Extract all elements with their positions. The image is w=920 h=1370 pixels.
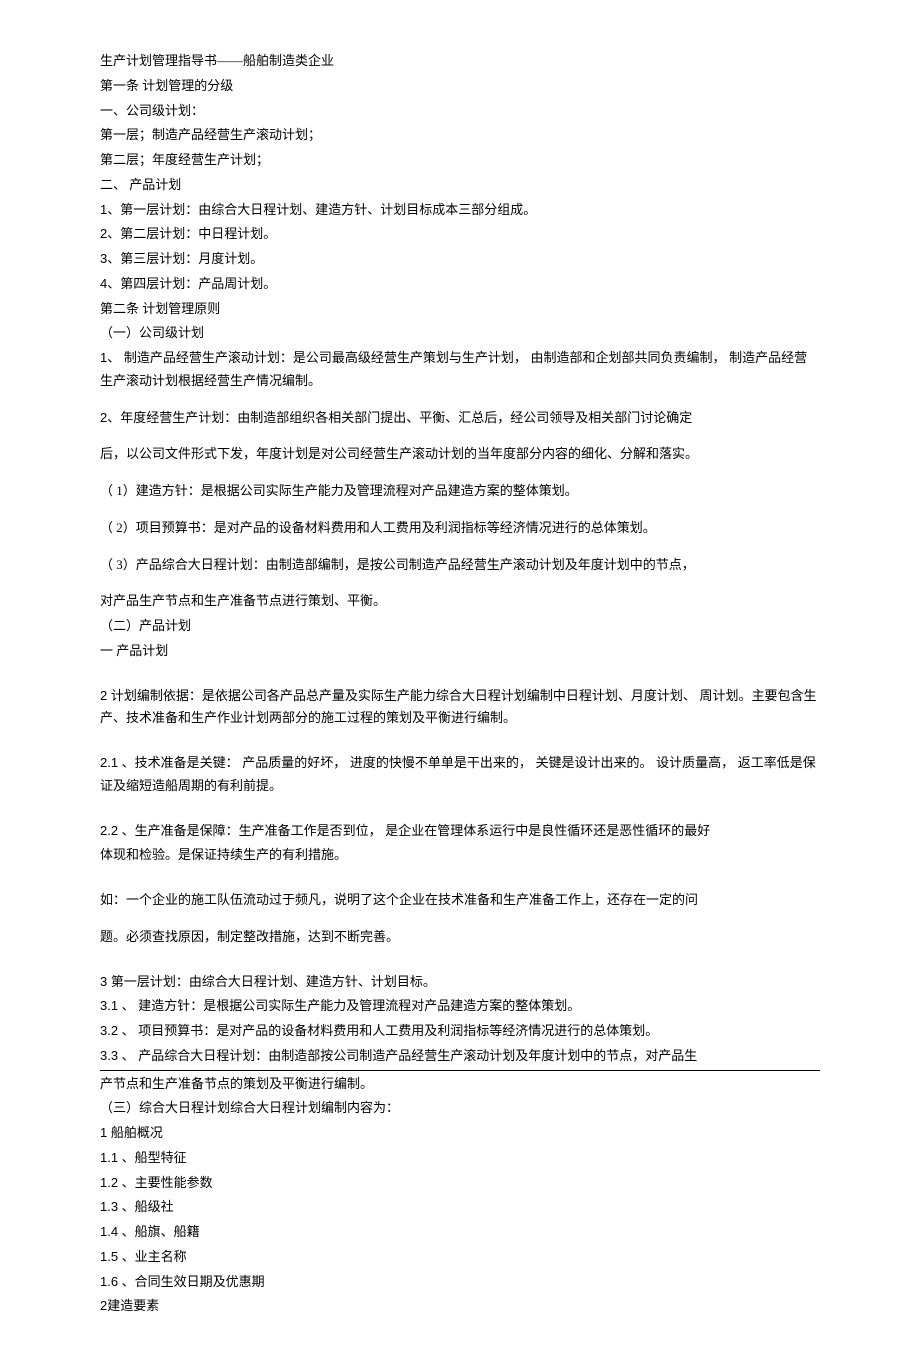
art2-para-3: （ 1）建造方针：是根据公司实际生产能力及管理流程对产品建造方案的整体策划。 <box>100 480 820 503</box>
art2-para-4: （ 2）项目预算书：是对产品的设备材料费用和人工费用及利润指标等经济情况进行的总… <box>100 517 820 540</box>
art2-para-1: 1、 制造产品经营生产滚动计划：是公司最高级经营生产策划与生产计划， 由制造部和… <box>100 347 820 393</box>
section-company-plan: 一、公司级计划： <box>100 100 820 123</box>
product-plan-layer-1: 1、第一层计划：由综合大日程计划、建造方针、计划目标成本三部分组成。 <box>100 199 820 222</box>
article-2-heading: 第二条 计划管理原则 <box>100 298 820 321</box>
product-plan-layer-2: 2、第二层计划：中日程计划。 <box>100 223 820 246</box>
art2-sub2-para-3b: 体现和检验。是保证持续生产的有利措施。 <box>100 844 820 867</box>
list-item-1-5: 1.5 、业主名称 <box>100 1246 820 1269</box>
section-product-plan: 二、 产品计划 <box>100 174 820 197</box>
art2-sub3-item-3: 3.3 、 产品综合大日程计划：由制造部按公司制造产品经营生产滚动计划及年度计划… <box>100 1045 820 1071</box>
art2-sub3-item-1: 3.1 、 建造方针：是根据公司实际生产能力及管理流程对产品建造方案的整体策划。 <box>100 995 820 1018</box>
art2-sub3-item-3b: 产节点和生产准备节点的策划及平衡进行编制。 <box>100 1073 820 1096</box>
art2-sub2-para-4a: 如：一个企业的施工队伍流动过于频凡，说明了这个企业在技术准备和生产准备工作上，还… <box>100 889 820 912</box>
company-plan-layer-1: 第一层；制造产品经营生产滚动计划； <box>100 124 820 147</box>
art2-sub2-para-3a: 2.2 、生产准备是保障：生产准备工作是否到位， 是企业在管理体系运行中是良性循… <box>100 820 820 843</box>
product-plan-layer-4: 4、第四层计划：产品周计划。 <box>100 273 820 296</box>
doc-title: 生产计划管理指导书——船舶制造类企业 <box>100 50 820 73</box>
list-item-1-1: 1.1 、船型特征 <box>100 1147 820 1170</box>
list-item-1-4: 1.4 、船旗、船籍 <box>100 1221 820 1244</box>
art2-sub2-para-1: 2 计划编制依据：是依据公司各产品总产量及实际生产能力综合大日程计划编制中日程计… <box>100 685 820 731</box>
art2-para-5b: 对产品生产节点和生产准备节点进行策划、平衡。 <box>100 590 820 613</box>
art2-sub2-heading: 一 产品计划 <box>100 640 820 663</box>
list-item-1-3: 1.3 、船级社 <box>100 1196 820 1219</box>
company-plan-layer-2: 第二层；年度经营生产计划； <box>100 149 820 172</box>
list-build-elements: 2建造要素 <box>100 1295 820 1318</box>
art2-para-2a: 2、年度经营生产计划：由制造部组织各相关部门提出、平衡、汇总后，经公司领导及相关… <box>100 407 820 430</box>
product-plan-layer-3: 3、第三层计划：月度计划。 <box>100 248 820 271</box>
art2-para-5: （ 3）产品综合大日程计划：由制造部编制，是按公司制造产品经营生产滚动计划及年度… <box>100 554 820 577</box>
art2-sub2-para-2: 2.1 、技术准备是关键： 产品质量的好坏， 进度的快慢不单单是干出来的， 关键… <box>100 752 820 798</box>
art2-para-2b: 后，以公司文件形式下发，年度计划是对公司经营生产滚动计划的当年度部分内容的细化、… <box>100 443 820 466</box>
article-1-heading: 第一条 计划管理的分级 <box>100 75 820 98</box>
art2-sub2-para-4b: 题。必须查找原因，制定整改措施，达到不断完善。 <box>100 926 820 949</box>
art2-sub3-heading: 3 第一层计划：由综合大日程计划、建造方针、计划目标。 <box>100 971 820 994</box>
art2-subsection-3: （三）综合大日程计划综合大日程计划编制内容为： <box>100 1097 820 1120</box>
art2-subsection-1: （一）公司级计划 <box>100 322 820 345</box>
art2-subsection-2: （二）产品计划 <box>100 615 820 638</box>
list-ship-overview: 1 船舶概况 <box>100 1122 820 1145</box>
list-item-1-6: 1.6 、合同生效日期及优惠期 <box>100 1271 820 1294</box>
art2-sub3-item-2: 3.2 、 项目预算书：是对产品的设备材料费用和人工费用及利润指标等经济情况进行… <box>100 1020 820 1043</box>
list-item-1-2: 1.2 、主要性能参数 <box>100 1172 820 1195</box>
